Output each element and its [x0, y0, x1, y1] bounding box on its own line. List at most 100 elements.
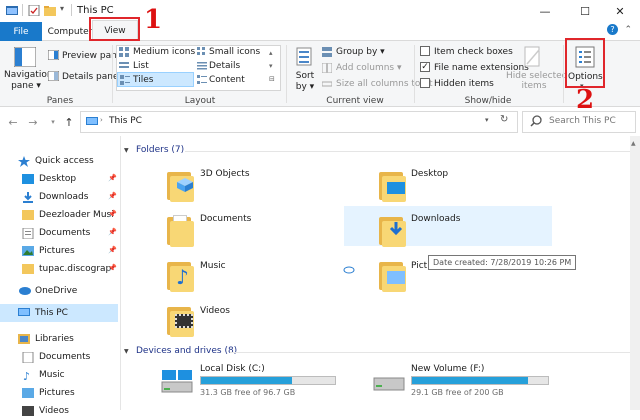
- address-dropdown-icon[interactable]: ▾: [485, 116, 489, 124]
- tab-file[interactable]: File: [0, 22, 42, 41]
- sidebar-item-downloads[interactable]: Downloads 📌: [0, 188, 118, 206]
- sidebar-item-lib-documents[interactable]: Documents: [0, 348, 118, 366]
- libraries-icon: [18, 334, 30, 344]
- item-check-boxes-checkbox[interactable]: [420, 46, 430, 57]
- back-button[interactable]: ←: [6, 113, 20, 131]
- medium-icons-option[interactable]: Medium icons: [133, 47, 195, 57]
- options-highlight: [565, 38, 605, 88]
- sidebar-item-label: This PC: [35, 308, 68, 318]
- pictures-icon: [22, 246, 34, 256]
- folder-3d-objects-label[interactable]: 3D Objects: [200, 169, 250, 179]
- recent-locations-icon[interactable]: ▾: [46, 113, 60, 131]
- pictures-icon: [22, 388, 34, 398]
- hidden-items-checkbox[interactable]: [420, 78, 430, 89]
- pin-icon: 📌: [108, 192, 117, 200]
- collapse-folders-icon[interactable]: ▼: [124, 147, 129, 154]
- size-columns-button[interactable]: Size all columns to fit: [336, 79, 433, 89]
- details-pane-button[interactable]: Details pane: [62, 72, 119, 82]
- file-name-extensions-checkbox[interactable]: [420, 62, 430, 73]
- up-button[interactable]: ↑: [62, 113, 76, 131]
- help-icon[interactable]: ?: [607, 24, 618, 35]
- folder-downloads-label[interactable]: Downloads: [411, 214, 460, 224]
- sidebar-item-lib-videos[interactable]: Videos: [0, 402, 118, 420]
- content-icon: [197, 75, 207, 88]
- sidebar-item-lib-pictures[interactable]: Pictures: [0, 384, 118, 402]
- videos-icon: [22, 406, 34, 416]
- sort-by-button[interactable]: Sort by ▾: [290, 71, 320, 93]
- section-divider: [185, 151, 630, 152]
- local-disk-name[interactable]: Local Disk (C:): [200, 364, 265, 374]
- scrollbar[interactable]: [630, 136, 640, 410]
- small-icons-option[interactable]: Small icons: [209, 47, 260, 57]
- sidebar-item-quick-access[interactable]: Quick access: [0, 152, 118, 170]
- folders-header: Folders (7): [136, 145, 185, 155]
- group-by-icon: [322, 47, 332, 60]
- small-icons-icon: [197, 47, 207, 60]
- tab-computer[interactable]: Computer: [48, 22, 93, 41]
- window-title: This PC: [77, 5, 114, 16]
- gallery-scroll-icon[interactable]: ▴ ▾ ⊟: [269, 47, 275, 86]
- refresh-icon[interactable]: ↻: [500, 114, 508, 125]
- folder-desktop-label[interactable]: Desktop: [411, 169, 448, 179]
- folder-videos-label[interactable]: Videos: [200, 306, 230, 316]
- sidebar-item-label: Documents: [39, 352, 91, 362]
- group-by-button[interactable]: Group by ▾: [336, 47, 385, 57]
- add-columns-button[interactable]: Add columns ▾: [336, 63, 401, 73]
- layout-group-label: Layout: [184, 96, 216, 106]
- sidebar-item-this-pc[interactable]: This PC: [0, 304, 118, 322]
- sidebar-item-libraries[interactable]: Libraries: [0, 330, 118, 348]
- navigation-pane-button[interactable]: Navigation pane ▾: [4, 70, 53, 92]
- tiles-option[interactable]: Tiles: [133, 75, 153, 85]
- address-bar[interactable]: [80, 111, 518, 133]
- details-option[interactable]: Details: [209, 61, 240, 71]
- ribbon-collapse-icon[interactable]: ⌃: [624, 25, 632, 35]
- tooltip: Date created: 7/28/2019 10:26 PM: [428, 255, 577, 270]
- documents-icon: [22, 227, 34, 240]
- sidebar-item-pictures[interactable]: Pictures 📌: [0, 242, 118, 260]
- customize-toolbar-icon[interactable]: ▾: [60, 4, 64, 13]
- preview-pane-button[interactable]: Preview pane: [62, 51, 122, 61]
- sidebar-item-desktop[interactable]: Desktop 📌: [0, 170, 118, 188]
- list-option[interactable]: List: [133, 61, 149, 71]
- step-two-label: 2: [576, 85, 595, 115]
- folder-documents-label[interactable]: Documents: [200, 214, 251, 224]
- new-volume-name[interactable]: New Volume (F:): [411, 364, 484, 374]
- preview-pane-icon: [47, 49, 60, 63]
- sidebar-item-label: Deezloader Musi: [39, 210, 114, 220]
- close-button[interactable]: ✕: [600, 0, 640, 22]
- folder-app-icon: [6, 5, 18, 16]
- show-hide-group-label: Show/hide: [464, 96, 512, 106]
- new-volume-icon: [372, 370, 406, 399]
- folder-downloads-selected[interactable]: [344, 206, 552, 246]
- sidebar-item-label: Music: [39, 370, 65, 380]
- hide-selected-button[interactable]: Hide selected items: [506, 71, 567, 91]
- sidebar-item-deezloader[interactable]: Deezloader Musi 📌: [0, 206, 118, 224]
- pin-icon: 📌: [108, 228, 117, 236]
- minimize-button[interactable]: —: [525, 0, 565, 22]
- new-volume-usage-fill: [412, 377, 528, 384]
- folder-pictures-label[interactable]: Pictures: [411, 261, 427, 271]
- group-separator: [414, 45, 415, 103]
- sidebar-item-onedrive[interactable]: OneDrive: [0, 282, 118, 300]
- content-option[interactable]: Content: [209, 75, 245, 85]
- sidebar-item-documents[interactable]: Documents 📌: [0, 224, 118, 242]
- panes-group-label: Panes: [46, 96, 74, 106]
- folder-music-icon: ♪: [165, 258, 195, 292]
- folder-music-label[interactable]: Music: [200, 261, 226, 271]
- breadcrumb-chevron-icon[interactable]: ›: [100, 116, 103, 124]
- sidebar-item-tupac[interactable]: tupac.discograp 📌: [0, 260, 118, 278]
- forward-button[interactable]: →: [26, 113, 40, 131]
- scroll-up-icon[interactable]: ▲: [631, 140, 636, 147]
- group-separator: [563, 45, 564, 103]
- folder-icon: [22, 210, 34, 220]
- sidebar-item-lib-music[interactable]: ♪ Music: [0, 366, 118, 384]
- folder-desktop-icon: [377, 168, 407, 202]
- properties-icon[interactable]: [28, 4, 40, 17]
- pin-icon: 📌: [108, 264, 117, 272]
- collapse-devices-icon[interactable]: ▼: [124, 348, 129, 355]
- maximize-button[interactable]: ☐: [565, 0, 605, 22]
- step-one-label: 1: [144, 5, 163, 35]
- svg-text:♪: ♪: [23, 370, 30, 381]
- new-folder-icon[interactable]: [44, 5, 56, 16]
- sidebar-item-label: Quick access: [35, 156, 94, 166]
